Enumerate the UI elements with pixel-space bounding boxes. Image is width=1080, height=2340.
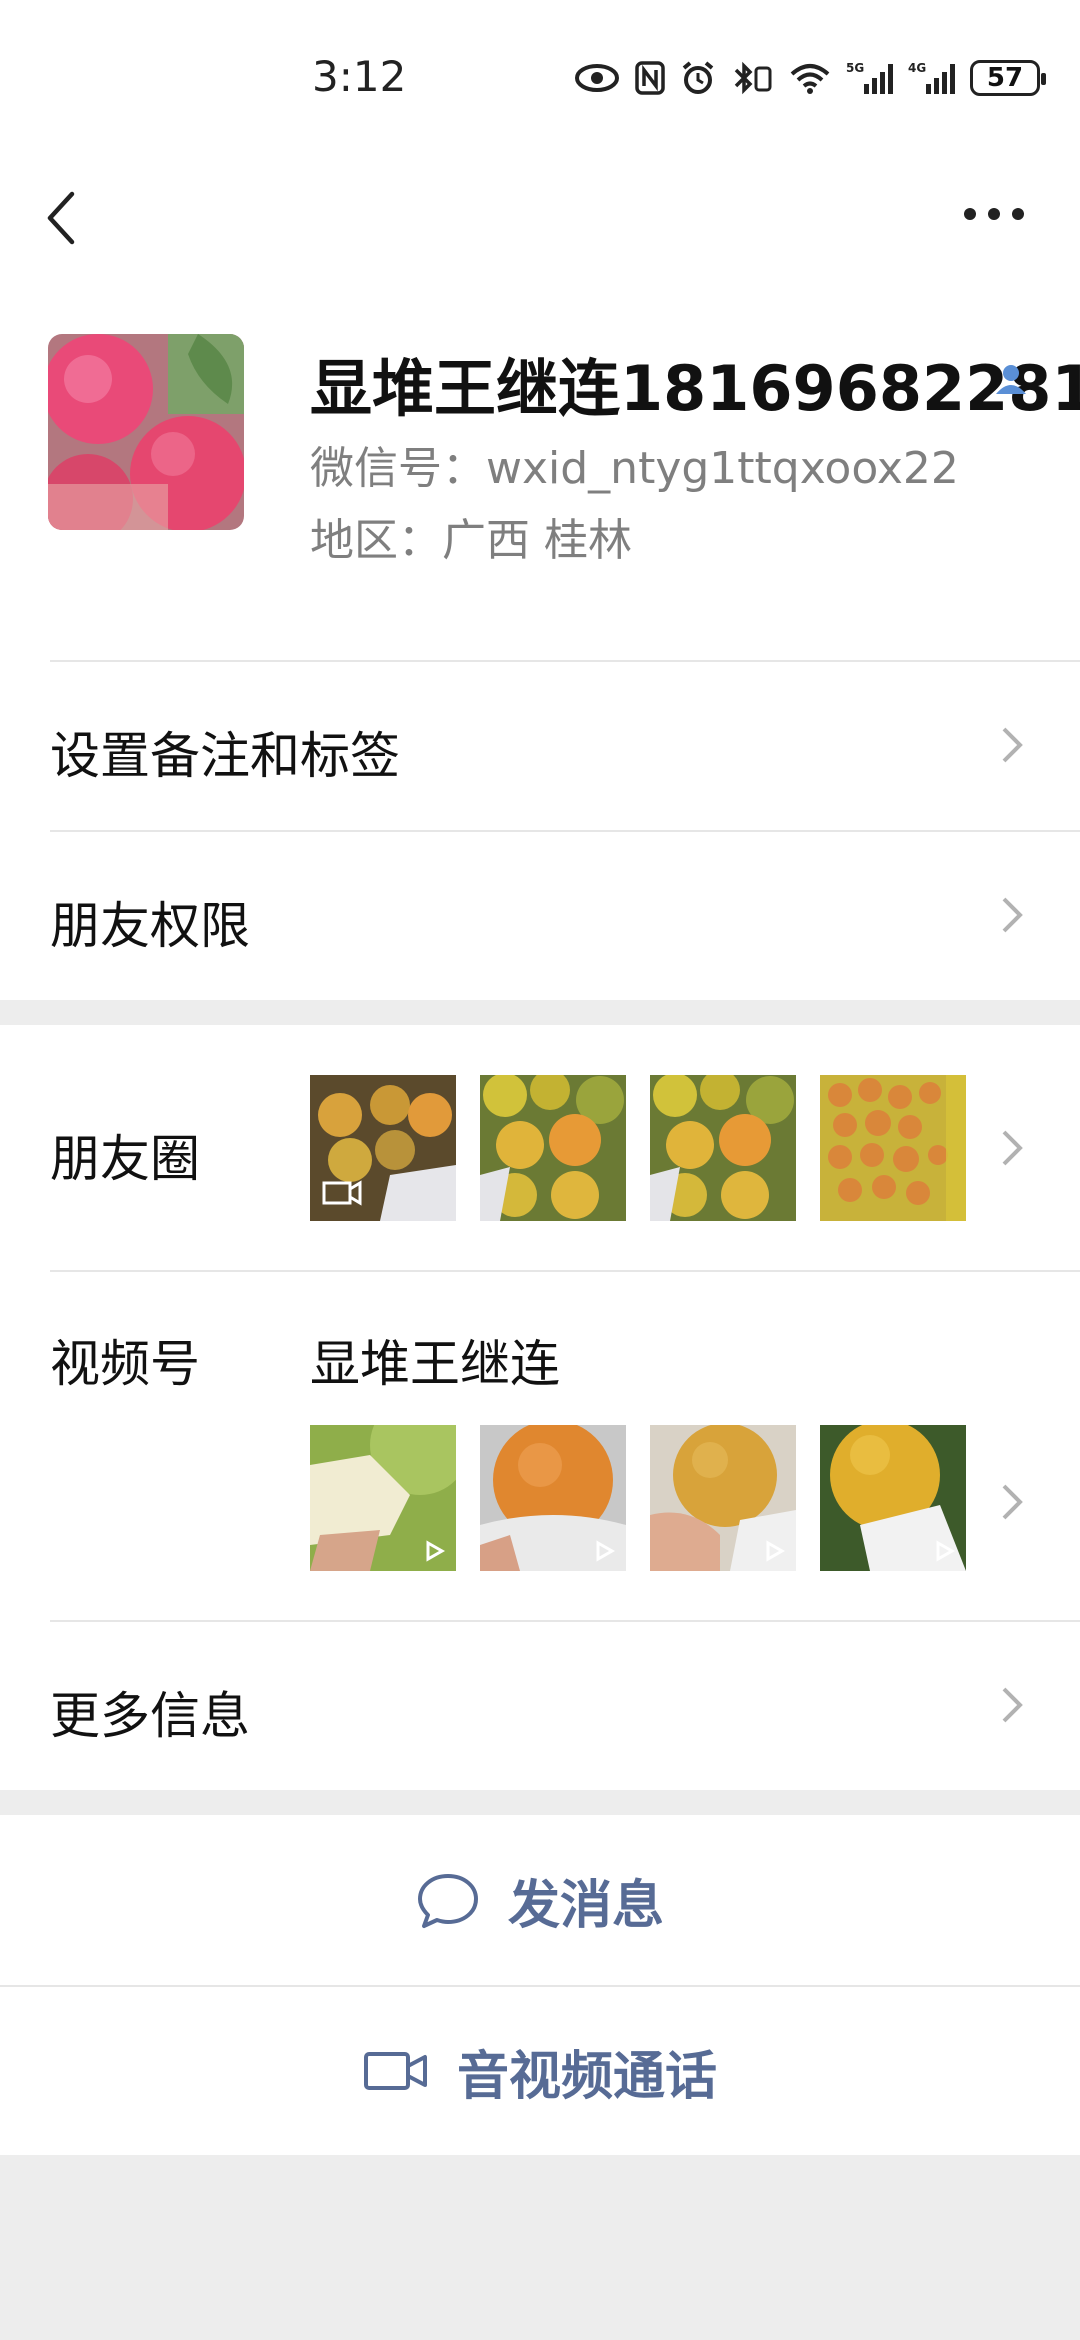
more-info-row[interactable]: 更多信息 [0, 1620, 1080, 1790]
channels-row[interactable]: 视频号 显堆王继连 [0, 1270, 1080, 1620]
channels-name: 显堆王继连 [310, 1335, 560, 1393]
moments-thumbnail[interactable] [820, 1075, 966, 1221]
channels-video-thumbnail[interactable] [310, 1425, 456, 1571]
video-call-label: 音视频通话 [456, 2046, 717, 2107]
moments-thumbnail[interactable] [650, 1075, 796, 1221]
channels-video-thumbnail[interactable] [650, 1425, 796, 1571]
status-time: 3:12 [312, 52, 407, 101]
wechat-id: 微信号：wxid_ntyg1ttqxoox22 [310, 443, 959, 494]
channels-label: 视频号 [50, 1335, 200, 1393]
channels-thumbnails [310, 1425, 966, 1571]
chevron-right-icon [1002, 1687, 1023, 1723]
signal-5g-icon: 5G [846, 58, 894, 98]
region: 地区：广西 桂林 [310, 515, 632, 566]
battery-icon: 57 [970, 60, 1046, 96]
eye-icon [574, 58, 620, 98]
friend-permission-label: 朋友权限 [50, 897, 250, 955]
channels-video-thumbnail[interactable] [820, 1425, 966, 1571]
chat-bubble-icon [417, 1874, 478, 1928]
moments-label: 朋友圈 [50, 1130, 200, 1188]
video-call-button[interactable]: 音视频通话 [0, 1985, 1080, 2155]
alarm-icon [680, 58, 716, 98]
video-camera-icon [363, 2052, 427, 2090]
more-icon[interactable] [964, 208, 1024, 224]
moments-row[interactable]: 朋友圈 [0, 1025, 1080, 1270]
nav-bar [0, 160, 1080, 270]
chevron-right-icon [1002, 1130, 1023, 1166]
remark-tags-row[interactable]: 设置备注和标签 [0, 660, 1080, 830]
contact-name: 显堆王继连18169682281 [310, 352, 1080, 425]
svg-text:4G: 4G [908, 61, 926, 75]
chevron-right-icon [1002, 897, 1023, 933]
divider [50, 660, 1080, 662]
contact-person-icon [996, 365, 1026, 394]
moments-thumbnails [310, 1075, 966, 1221]
wifi-icon [788, 58, 832, 98]
signal-4g-icon: 4G [908, 58, 956, 98]
moments-thumbnail[interactable] [480, 1075, 626, 1221]
divider [50, 1270, 1080, 1272]
remark-tags-label: 设置备注和标签 [50, 727, 400, 785]
profile-card: 显堆王继连18169682281 微信号：wxid_ntyg1ttqxoox22… [0, 270, 1080, 660]
status-icons: 5G 4G 57 [574, 58, 1046, 98]
divider [50, 830, 1080, 832]
bluetooth-icon [730, 58, 774, 98]
svg-text:5G: 5G [846, 61, 864, 75]
chevron-right-icon [1002, 1484, 1023, 1520]
send-message-button[interactable]: 发消息 [0, 1815, 1080, 1985]
divider [50, 1620, 1080, 1622]
send-message-label: 发消息 [507, 1875, 664, 1936]
moments-thumbnail[interactable] [310, 1075, 456, 1221]
more-info-label: 更多信息 [50, 1687, 250, 1745]
status-bar: 3:12 5G 4G 57 [0, 0, 1080, 160]
channels-video-thumbnail[interactable] [480, 1425, 626, 1571]
nfc-icon [634, 58, 666, 98]
avatar[interactable] [48, 334, 244, 530]
friend-permission-row[interactable]: 朋友权限 [0, 830, 1080, 1000]
chevron-right-icon [1002, 727, 1023, 763]
back-icon[interactable] [40, 188, 84, 248]
